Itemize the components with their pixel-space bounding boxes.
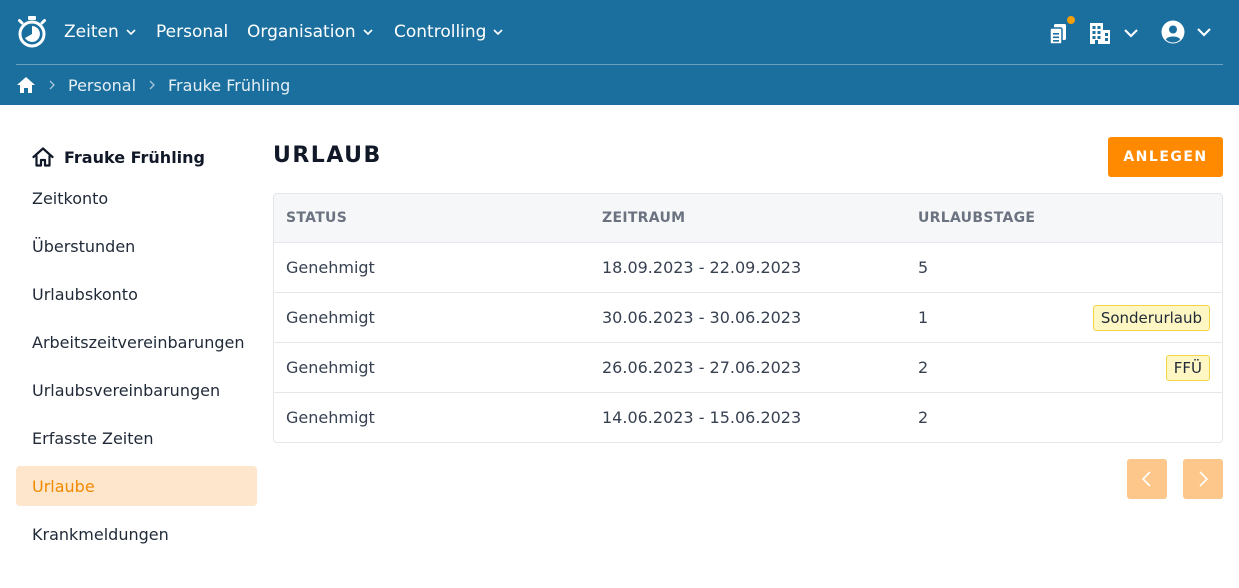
chevron-down-icon (1197, 28, 1211, 37)
clipboard-notification-button[interactable] (1048, 16, 1075, 46)
type-badge: Sonderurlaub (1092, 304, 1210, 331)
cell-days: 2 (918, 358, 929, 377)
cell-days: 1 (918, 308, 929, 327)
sidebar-item-label: Arbeitszeitvereinbarungen (32, 332, 245, 352)
cell-range: 30.06.2023 - 30.06.2023 (602, 308, 802, 327)
sidebar-item-label: Krankmeldungen (32, 524, 169, 544)
user-account-icon (1161, 20, 1185, 44)
top-bar: Zeiten Personal Organisation Controlling (0, 0, 1239, 105)
create-button[interactable]: ANLEGEN (1108, 137, 1223, 177)
page-title: URLAUB (273, 143, 382, 168)
sidebar-item-label: Überstunden (32, 236, 136, 256)
nav-controlling-label: Controlling (394, 22, 487, 42)
column-header-status[interactable]: STATUS (286, 210, 347, 226)
cell-range: 14.06.2023 - 15.06.2023 (602, 408, 802, 427)
sidebar-item-ueberstunden[interactable]: Überstunden (16, 226, 257, 266)
nav-zeiten-label: Zeiten (64, 22, 119, 42)
nav-personal[interactable]: Personal (156, 21, 228, 43)
user-menu[interactable] (1161, 20, 1215, 46)
breadcrumb-personal[interactable]: Personal (68, 76, 136, 95)
chevron-down-icon (363, 29, 373, 36)
sidebar-item-urlaube[interactable]: Urlaube (16, 466, 257, 506)
breadcrumb: Personal Frauke Frühling (16, 74, 290, 96)
sidebar-item-label: Urlaubsvereinbarungen (32, 380, 221, 400)
column-header-zeitraum[interactable]: ZEITRAUM (602, 210, 685, 226)
organisation-switcher[interactable] (1088, 20, 1142, 46)
nav-zeiten[interactable]: Zeiten (64, 21, 137, 43)
sidebar-person-name: Frauke Frühling (64, 147, 206, 167)
cell-days: 2 (918, 408, 929, 427)
table-row[interactable]: Genehmigt 26.06.2023 - 27.06.2023 2 FFÜ (274, 343, 1222, 393)
nav-organisation[interactable]: Organisation (247, 21, 374, 43)
chevron-left-icon (1141, 471, 1151, 487)
chevron-down-icon (126, 29, 136, 36)
table-row[interactable]: Genehmigt 14.06.2023 - 15.06.2023 2 (274, 393, 1222, 442)
sidebar-item-krankmeldungen[interactable]: Krankmeldungen (16, 514, 257, 554)
chevron-right-icon (149, 80, 155, 90)
cell-status: Genehmigt (286, 358, 375, 377)
cell-days: 5 (918, 258, 929, 277)
table-header: STATUS ZEITRAUM URLAUBSTAGE (274, 194, 1222, 243)
sidebar-item-urlaubsvereinbarungen[interactable]: Urlaubsvereinbarungen (16, 370, 257, 410)
cell-range: 18.09.2023 - 22.09.2023 (602, 258, 802, 277)
sidebar-item-label: Urlaubskonto (32, 284, 138, 304)
cell-status: Genehmigt (286, 258, 375, 277)
column-header-urlaubstage[interactable]: URLAUBSTAGE (918, 210, 1035, 226)
previous-page-button[interactable] (1127, 459, 1167, 499)
chevron-right-icon (1199, 471, 1209, 487)
sidebar-item-zeitkonto[interactable]: Zeitkonto (16, 178, 257, 218)
table-row[interactable]: Genehmigt 30.06.2023 - 30.06.2023 1 Sond… (274, 293, 1222, 343)
notification-dot (1067, 16, 1075, 24)
nav-organisation-label: Organisation (247, 22, 356, 42)
chevron-down-icon (493, 29, 504, 36)
building-icon (1090, 23, 1110, 44)
nav-divider (16, 64, 1223, 65)
main-nav: Zeiten Personal Organisation Controlling (0, 0, 1239, 64)
home-icon[interactable] (16, 76, 36, 94)
sidebar-item-urlaubskonto[interactable]: Urlaubskonto (16, 274, 257, 314)
chevron-down-icon (1124, 29, 1138, 38)
sidebar-item-label: Urlaube (32, 476, 95, 496)
next-page-button[interactable] (1183, 459, 1223, 499)
vacation-table: STATUS ZEITRAUM URLAUBSTAGE Genehmigt 18… (273, 193, 1223, 443)
home-icon (32, 147, 54, 167)
sidebar-item-erfasste-zeiten[interactable]: Erfasste Zeiten (16, 418, 257, 458)
nav-controlling[interactable]: Controlling (394, 21, 504, 43)
sidebar: Frauke Frühling Zeitkonto Überstunden Ur… (16, 136, 257, 562)
sidebar-item-label: Erfasste Zeiten (32, 428, 154, 448)
cell-range: 26.06.2023 - 27.06.2023 (602, 358, 802, 377)
table-row[interactable]: Genehmigt 18.09.2023 - 22.09.2023 5 (274, 243, 1222, 293)
sidebar-item-label: Zeitkonto (32, 188, 109, 208)
nav-personal-label: Personal (156, 22, 229, 42)
chevron-right-icon (49, 80, 55, 90)
sidebar-item-arbeitszeitvereinbarungen[interactable]: Arbeitszeitvereinbarungen (16, 322, 257, 362)
cell-status: Genehmigt (286, 308, 375, 327)
stopwatch-logo-icon[interactable] (16, 15, 48, 49)
cell-status: Genehmigt (286, 408, 375, 427)
type-badge: FFÜ (1165, 354, 1210, 381)
breadcrumb-person[interactable]: Frauke Frühling (168, 76, 290, 95)
sidebar-person-header[interactable]: Frauke Frühling (16, 136, 257, 178)
clipboard-notification-icon (1049, 24, 1066, 45)
